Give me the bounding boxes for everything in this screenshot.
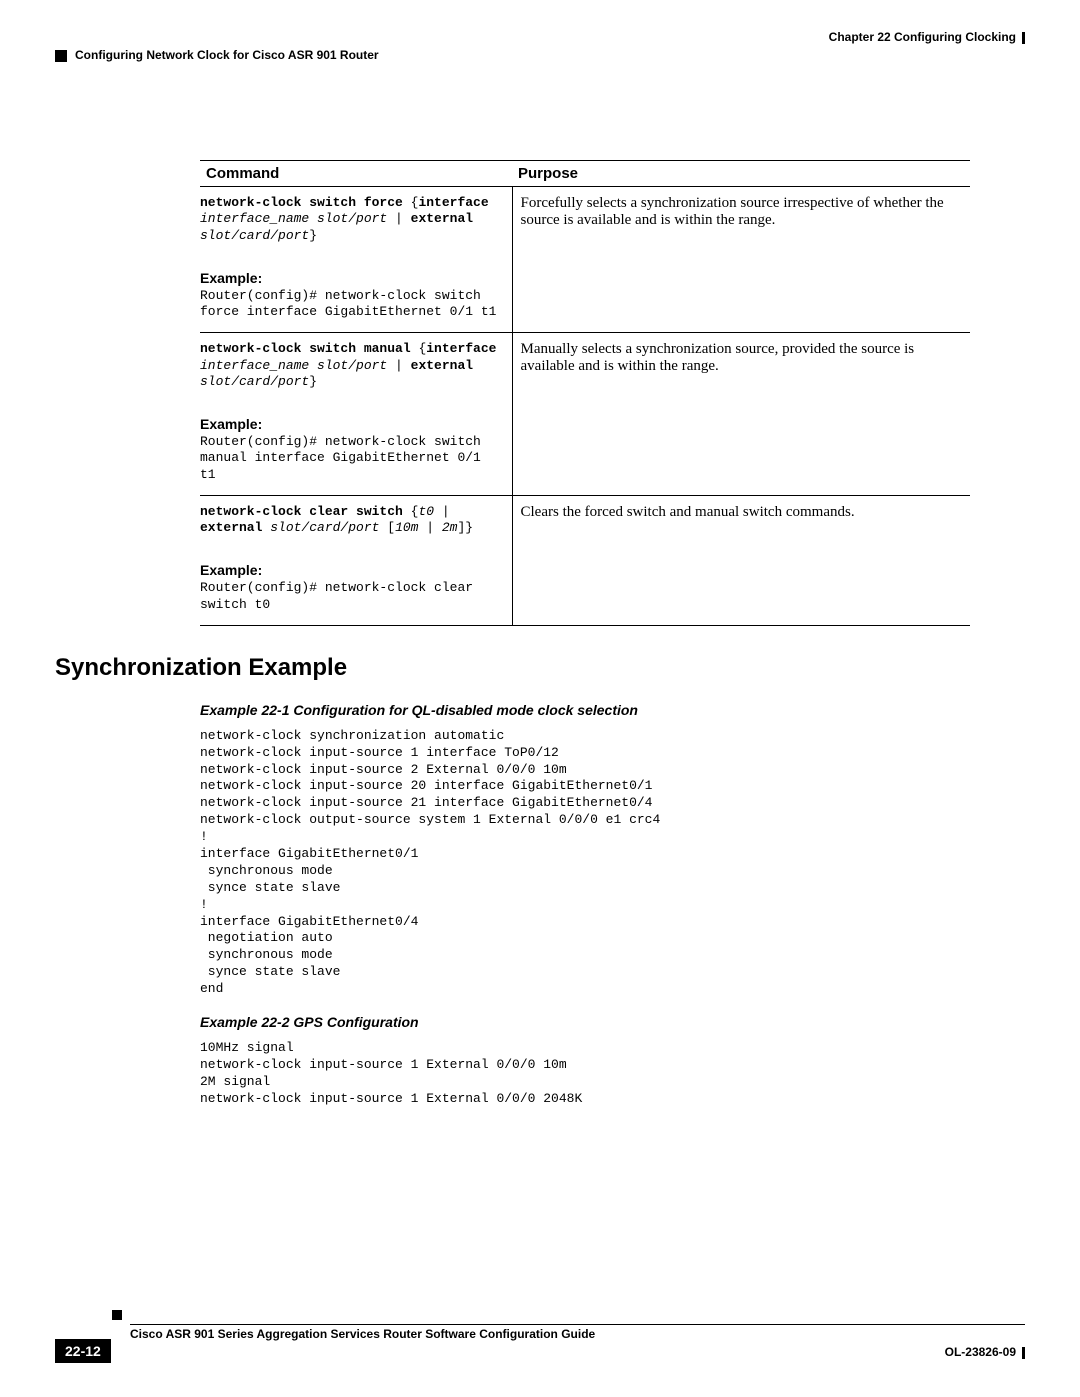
example-code: Router(config)# network-clock clear swit… xyxy=(200,580,502,613)
table-row: network-clock clear switch {t0 | externa… xyxy=(200,495,970,625)
example-code-block: 10MHz signal network-clock input-source … xyxy=(200,1040,1025,1108)
example-label: Example: xyxy=(200,416,502,432)
page-number: 22-12 xyxy=(55,1339,111,1363)
command-syntax: network-clock clear switch {t0 | externa… xyxy=(200,504,502,537)
purpose-cell: Manually selects a synchronization sourc… xyxy=(512,333,970,496)
example-caption: Example 22-1 Configuration for QL-disabl… xyxy=(200,702,1025,718)
example-code: Router(config)# network-clock switch man… xyxy=(200,434,502,483)
example-label: Example: xyxy=(200,562,502,578)
chapter-label: Chapter 22 Configuring Clocking xyxy=(829,30,1025,44)
command-cell: network-clock switch force {interface in… xyxy=(200,187,512,333)
page-footer: Cisco ASR 901 Series Aggregation Service… xyxy=(55,1324,1025,1367)
purpose-cell: Clears the forced switch and manual swit… xyxy=(512,495,970,625)
section-text: Configuring Network Clock for Cisco ASR … xyxy=(75,48,379,62)
chapter-text: Chapter 22 Configuring Clocking xyxy=(829,30,1016,44)
section-label: Configuring Network Clock for Cisco ASR … xyxy=(55,48,379,62)
example-caption: Example 22-2 GPS Configuration xyxy=(200,1014,1025,1030)
example-code-block: network-clock synchronization automatic … xyxy=(200,728,1025,998)
square-icon xyxy=(112,1310,122,1320)
col-command: Command xyxy=(200,161,512,187)
example-label: Example: xyxy=(200,270,502,286)
command-syntax: network-clock switch manual {interface i… xyxy=(200,341,502,390)
square-icon xyxy=(55,50,67,62)
footer-bar-icon xyxy=(1022,1347,1025,1359)
footer-title: Cisco ASR 901 Series Aggregation Service… xyxy=(130,1327,1025,1341)
example-code: Router(config)# network-clock switch for… xyxy=(200,288,502,321)
command-cell: network-clock clear switch {t0 | externa… xyxy=(200,495,512,625)
page-header: Chapter 22 Configuring Clocking Configur… xyxy=(55,30,1025,70)
purpose-cell: Forcefully selects a synchronization sou… xyxy=(512,187,970,333)
table-row: network-clock switch force {interface in… xyxy=(200,187,970,333)
command-table-wrap: Command Purpose network-clock switch for… xyxy=(200,160,970,626)
table-row: network-clock switch manual {interface i… xyxy=(200,333,970,496)
col-purpose: Purpose xyxy=(512,161,970,187)
command-syntax: network-clock switch force {interface in… xyxy=(200,195,502,244)
doc-number: OL-23826-09 xyxy=(945,1345,1025,1359)
command-cell: network-clock switch manual {interface i… xyxy=(200,333,512,496)
section-heading: Synchronization Example xyxy=(55,654,1025,682)
command-table: Command Purpose network-clock switch for… xyxy=(200,160,970,626)
table-header-row: Command Purpose xyxy=(200,161,970,187)
header-bar-icon xyxy=(1022,32,1025,44)
